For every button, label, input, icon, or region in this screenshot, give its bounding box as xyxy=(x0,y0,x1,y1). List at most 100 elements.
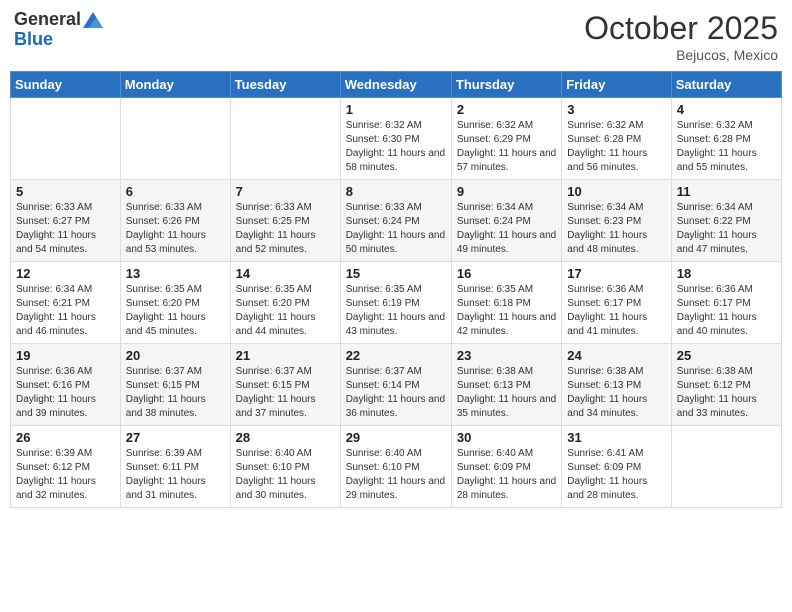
location-subtitle: Bejucos, Mexico xyxy=(584,47,778,63)
day-number: 30 xyxy=(457,430,556,445)
day-info: Sunrise: 6:32 AM Sunset: 6:28 PM Dayligh… xyxy=(677,119,776,175)
day-info: Sunrise: 6:32 AM Sunset: 6:30 PM Dayligh… xyxy=(346,119,446,175)
day-number: 24 xyxy=(567,348,665,363)
day-info: Sunrise: 6:36 AM Sunset: 6:17 PM Dayligh… xyxy=(677,283,776,339)
weekday-header-row: SundayMondayTuesdayWednesdayThursdayFrid… xyxy=(11,72,782,98)
day-cell: 22Sunrise: 6:37 AM Sunset: 6:14 PM Dayli… xyxy=(340,344,451,426)
weekday-header-thursday: Thursday xyxy=(451,72,561,98)
day-number: 27 xyxy=(126,430,225,445)
day-number: 19 xyxy=(16,348,115,363)
day-info: Sunrise: 6:35 AM Sunset: 6:18 PM Dayligh… xyxy=(457,283,556,339)
day-number: 2 xyxy=(457,102,556,117)
day-cell: 28 Sunrise: 6:40 AM Sunset: 6:10 PM Dayli… xyxy=(230,426,340,508)
weekday-header-sunday: Sunday xyxy=(11,72,121,98)
day-cell: 11Sunrise: 6:34 AM Sunset: 6:22 PM Dayli… xyxy=(671,180,781,262)
day-info: Sunrise: 6:36 AM Sunset: 6:17 PM Dayligh… xyxy=(567,283,665,339)
day-cell: 31 Sunrise: 6:41 AM Sunset: 6:09 PM Dayli… xyxy=(562,426,671,508)
day-cell: 20Sunrise: 6:37 AM Sunset: 6:15 PM Dayli… xyxy=(120,344,230,426)
day-info: Sunrise: 6:35 AM Sunset: 6:20 PM Dayligh… xyxy=(236,283,335,339)
week-row-5: 26Sunrise: 6:39 AM Sunset: 6:12 PM Dayli… xyxy=(11,426,782,508)
day-info: Sunrise: 6:34 AM Sunset: 6:24 PM Dayligh… xyxy=(457,201,556,257)
day-cell: 17 Sunrise: 6:36 AM Sunset: 6:17 PM Dayli… xyxy=(562,262,671,344)
day-info: Sunrise: 6:33 AM Sunset: 6:24 PM Dayligh… xyxy=(346,201,446,257)
week-row-4: 19 Sunrise: 6:36 AM Sunset: 6:16 PM Dayli… xyxy=(11,344,782,426)
day-cell: 9 Sunrise: 6:34 AM Sunset: 6:24 PM Daylig… xyxy=(451,180,561,262)
day-info: Sunrise: 6:39 AM Sunset: 6:12 PM Dayligh… xyxy=(16,447,115,503)
day-number: 1 xyxy=(346,102,446,117)
week-row-3: 12Sunrise: 6:34 AM Sunset: 6:21 PM Dayli… xyxy=(11,262,782,344)
weekday-header-wednesday: Wednesday xyxy=(340,72,451,98)
day-number: 14 xyxy=(236,266,335,281)
day-number: 20 xyxy=(126,348,225,363)
day-number: 16 xyxy=(457,266,556,281)
weekday-header-saturday: Saturday xyxy=(671,72,781,98)
weekday-header-friday: Friday xyxy=(562,72,671,98)
day-info: Sunrise: 6:34 AM Sunset: 6:23 PM Dayligh… xyxy=(567,201,665,257)
day-number: 13 xyxy=(126,266,225,281)
day-cell: 5 Sunrise: 6:33 AM Sunset: 6:27 PM Daylig… xyxy=(11,180,121,262)
day-number: 17 xyxy=(567,266,665,281)
day-info: Sunrise: 6:40 AM Sunset: 6:10 PM Dayligh… xyxy=(236,447,335,503)
day-number: 15 xyxy=(346,266,446,281)
day-cell: 26Sunrise: 6:39 AM Sunset: 6:12 PM Dayli… xyxy=(11,426,121,508)
day-cell: 10Sunrise: 6:34 AM Sunset: 6:23 PM Dayli… xyxy=(562,180,671,262)
day-cell: 12Sunrise: 6:34 AM Sunset: 6:21 PM Dayli… xyxy=(11,262,121,344)
day-cell xyxy=(11,98,121,180)
day-number: 6 xyxy=(126,184,225,199)
weekday-header-tuesday: Tuesday xyxy=(230,72,340,98)
day-cell: 29Sunrise: 6:40 AM Sunset: 6:10 PM Dayli… xyxy=(340,426,451,508)
day-number: 9 xyxy=(457,184,556,199)
day-cell: 19 Sunrise: 6:36 AM Sunset: 6:16 PM Dayli… xyxy=(11,344,121,426)
day-number: 5 xyxy=(16,184,115,199)
day-cell xyxy=(120,98,230,180)
month-title: October 2025 xyxy=(584,10,778,47)
day-number: 18 xyxy=(677,266,776,281)
day-info: Sunrise: 6:36 AM Sunset: 6:16 PM Dayligh… xyxy=(16,365,115,421)
week-row-1: 1 Sunrise: 6:32 AM Sunset: 6:30 PM Daylig… xyxy=(11,98,782,180)
day-number: 4 xyxy=(677,102,776,117)
day-cell: 27 Sunrise: 6:39 AM Sunset: 6:11 PM Dayli… xyxy=(120,426,230,508)
day-info: Sunrise: 6:35 AM Sunset: 6:19 PM Dayligh… xyxy=(346,283,446,339)
day-number: 23 xyxy=(457,348,556,363)
logo: General Blue xyxy=(14,10,103,50)
day-info: Sunrise: 6:33 AM Sunset: 6:27 PM Dayligh… xyxy=(16,201,115,257)
page-header: General Blue October 2025 Bejucos, Mexic… xyxy=(10,10,782,63)
day-info: Sunrise: 6:33 AM Sunset: 6:25 PM Dayligh… xyxy=(236,201,335,257)
day-number: 8 xyxy=(346,184,446,199)
day-cell: 4 Sunrise: 6:32 AM Sunset: 6:28 PM Daylig… xyxy=(671,98,781,180)
day-number: 22 xyxy=(346,348,446,363)
day-info: Sunrise: 6:37 AM Sunset: 6:15 PM Dayligh… xyxy=(236,365,335,421)
day-number: 31 xyxy=(567,430,665,445)
logo-general: General xyxy=(14,10,81,30)
day-number: 7 xyxy=(236,184,335,199)
logo-icon xyxy=(83,10,103,30)
weekday-header-monday: Monday xyxy=(120,72,230,98)
day-cell xyxy=(230,98,340,180)
week-row-2: 5 Sunrise: 6:33 AM Sunset: 6:27 PM Daylig… xyxy=(11,180,782,262)
day-info: Sunrise: 6:32 AM Sunset: 6:29 PM Dayligh… xyxy=(457,119,556,175)
day-number: 3 xyxy=(567,102,665,117)
day-cell: 18 Sunrise: 6:36 AM Sunset: 6:17 PM Dayli… xyxy=(671,262,781,344)
day-info: Sunrise: 6:41 AM Sunset: 6:09 PM Dayligh… xyxy=(567,447,665,503)
day-cell: 6 Sunrise: 6:33 AM Sunset: 6:26 PM Daylig… xyxy=(120,180,230,262)
day-number: 21 xyxy=(236,348,335,363)
day-cell: 1 Sunrise: 6:32 AM Sunset: 6:30 PM Daylig… xyxy=(340,98,451,180)
day-number: 12 xyxy=(16,266,115,281)
day-info: Sunrise: 6:38 AM Sunset: 6:13 PM Dayligh… xyxy=(457,365,556,421)
day-info: Sunrise: 6:39 AM Sunset: 6:11 PM Dayligh… xyxy=(126,447,225,503)
day-info: Sunrise: 6:33 AM Sunset: 6:26 PM Dayligh… xyxy=(126,201,225,257)
day-cell xyxy=(671,426,781,508)
day-info: Sunrise: 6:38 AM Sunset: 6:13 PM Dayligh… xyxy=(567,365,665,421)
day-number: 11 xyxy=(677,184,776,199)
day-cell: 16 Sunrise: 6:35 AM Sunset: 6:18 PM Dayli… xyxy=(451,262,561,344)
day-cell: 24 Sunrise: 6:38 AM Sunset: 6:13 PM Dayli… xyxy=(562,344,671,426)
day-info: Sunrise: 6:35 AM Sunset: 6:20 PM Dayligh… xyxy=(126,283,225,339)
day-info: Sunrise: 6:38 AM Sunset: 6:12 PM Dayligh… xyxy=(677,365,776,421)
day-cell: 13 Sunrise: 6:35 AM Sunset: 6:20 PM Dayli… xyxy=(120,262,230,344)
day-cell: 3Sunrise: 6:32 AM Sunset: 6:28 PM Daylig… xyxy=(562,98,671,180)
day-number: 25 xyxy=(677,348,776,363)
day-cell: 14 Sunrise: 6:35 AM Sunset: 6:20 PM Dayli… xyxy=(230,262,340,344)
day-number: 28 xyxy=(236,430,335,445)
logo-blue: Blue xyxy=(14,30,103,50)
day-cell: 7 Sunrise: 6:33 AM Sunset: 6:25 PM Daylig… xyxy=(230,180,340,262)
